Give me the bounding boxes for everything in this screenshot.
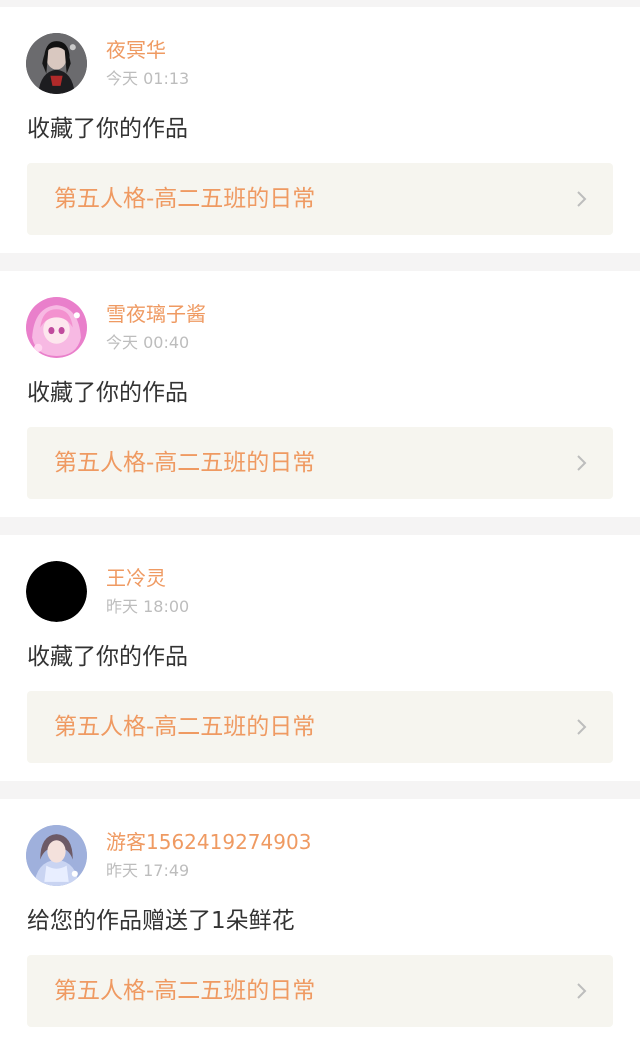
work-title: 第五人格-高二五班的日常 [54,978,316,1004]
timestamp: 今天 00:40 [106,333,190,352]
chevron-right-icon [575,717,589,737]
notification-feed: 夜冥华 今天 01:13 收藏了你的作品 第五人格-高二五班的日常 雪夜璃子酱 … [0,0,640,1038]
work-title: 第五人格-高二五班的日常 [54,714,316,740]
notification-card: 游客1562419274903 昨天 17:49 给您的作品赠送了1朵鲜花 第五… [0,799,640,1038]
chevron-right-icon [575,981,589,1001]
chevron-right-icon [575,453,589,473]
username[interactable]: 游客1562419274903 [106,829,311,855]
avatar-black-icon[interactable] [26,561,87,622]
avatar-dark-character-icon[interactable] [26,33,87,94]
avatar-pink-anime-icon[interactable] [26,297,87,358]
work-link[interactable]: 第五人格-高二五班的日常 [27,163,613,235]
action-text: 收藏了你的作品 [27,380,188,406]
timestamp: 昨天 17:49 [106,861,190,880]
work-title: 第五人格-高二五班的日常 [54,186,316,212]
timestamp: 今天 01:13 [106,69,190,88]
work-link[interactable]: 第五人格-高二五班的日常 [27,691,613,763]
username[interactable]: 王冷灵 [106,565,166,591]
timestamp: 昨天 18:00 [106,597,190,616]
action-text: 收藏了你的作品 [27,116,188,142]
username[interactable]: 雪夜璃子酱 [106,301,206,327]
work-link[interactable]: 第五人格-高二五班的日常 [27,955,613,1027]
work-title: 第五人格-高二五班的日常 [54,450,316,476]
notification-card: 雪夜璃子酱 今天 00:40 收藏了你的作品 第五人格-高二五班的日常 [0,271,640,517]
notification-card: 夜冥华 今天 01:13 收藏了你的作品 第五人格-高二五班的日常 [0,7,640,253]
username[interactable]: 夜冥华 [106,37,166,63]
work-link[interactable]: 第五人格-高二五班的日常 [27,427,613,499]
chevron-right-icon [575,189,589,209]
action-text: 给您的作品赠送了1朵鲜花 [27,908,295,934]
avatar-blue-doll-icon[interactable] [26,825,87,886]
action-text: 收藏了你的作品 [27,644,188,670]
notification-card: 王冷灵 昨天 18:00 收藏了你的作品 第五人格-高二五班的日常 [0,535,640,781]
